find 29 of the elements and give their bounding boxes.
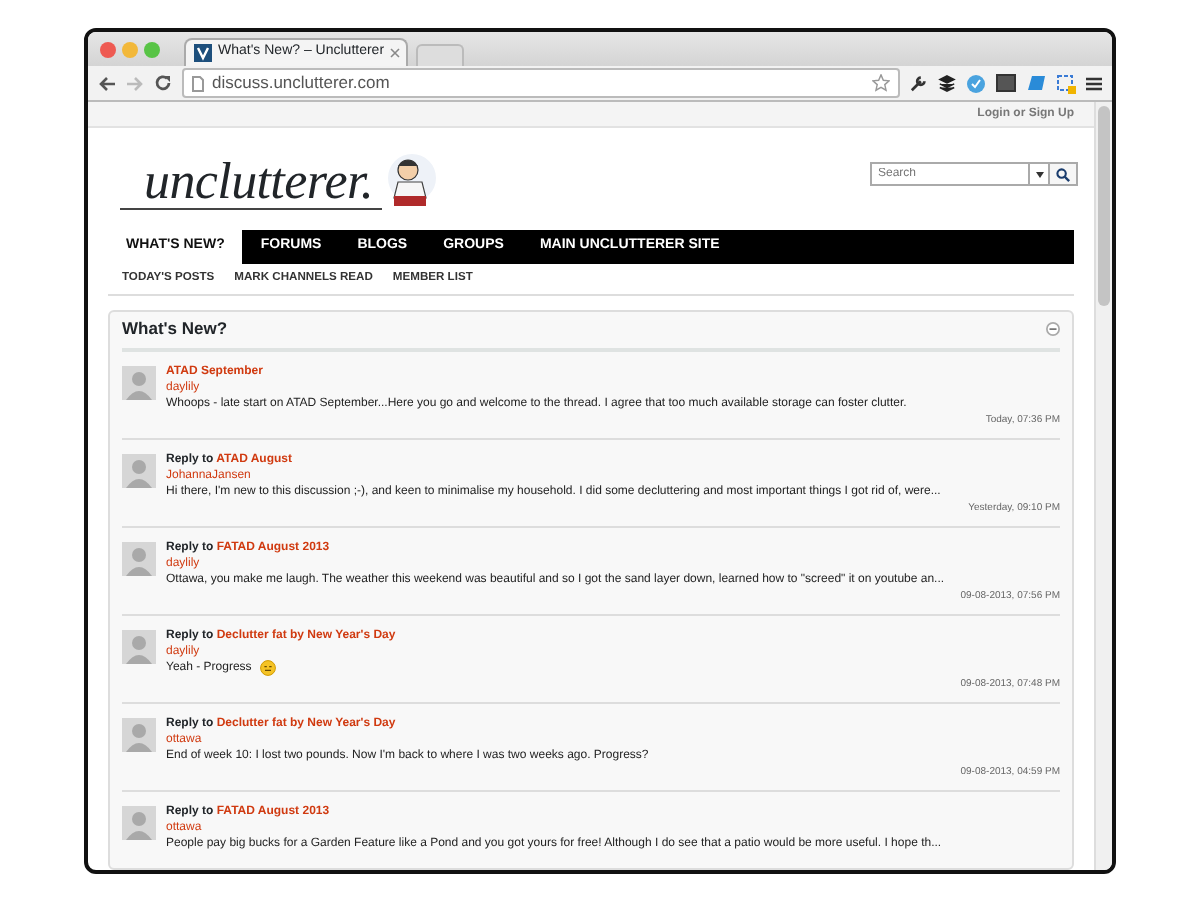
avatar-placeholder	[122, 805, 156, 840]
close-icon[interactable]	[390, 48, 401, 58]
page-icon	[192, 75, 204, 91]
forward-icon[interactable]	[126, 75, 144, 91]
avatar-placeholder	[122, 541, 156, 576]
star-icon[interactable]	[872, 74, 890, 92]
search-icon	[1056, 167, 1070, 181]
site-logo[interactable]: unclutterer.	[120, 156, 382, 210]
search-button[interactable]	[1050, 162, 1078, 186]
dropdown-button[interactable]	[1030, 162, 1050, 186]
circle-check-icon[interactable]	[966, 73, 986, 93]
screen-icon[interactable]	[996, 74, 1016, 92]
avatar-placeholder	[122, 717, 156, 752]
avatar-placeholder	[122, 365, 156, 400]
avatar-placeholder	[122, 629, 156, 664]
site-favicon-icon	[194, 44, 212, 62]
crop-icon[interactable]	[1056, 73, 1076, 93]
caret-icon	[1035, 171, 1043, 177]
wrench-icon[interactable]	[910, 74, 928, 92]
address-bar[interactable]: discuss.unclutterer.com	[182, 68, 900, 98]
layers-icon[interactable]	[938, 74, 956, 92]
scrollbar[interactable]	[1094, 102, 1112, 870]
back-icon[interactable]	[98, 75, 116, 91]
avatar-placeholder	[122, 453, 156, 488]
menu-icon[interactable]	[1086, 75, 1102, 91]
address-text: discuss.unclutterer.com	[212, 70, 392, 96]
collapse-icon[interactable]	[1046, 322, 1060, 337]
reload-icon[interactable]	[154, 74, 172, 92]
panel-title: What's New?	[122, 316, 228, 343]
